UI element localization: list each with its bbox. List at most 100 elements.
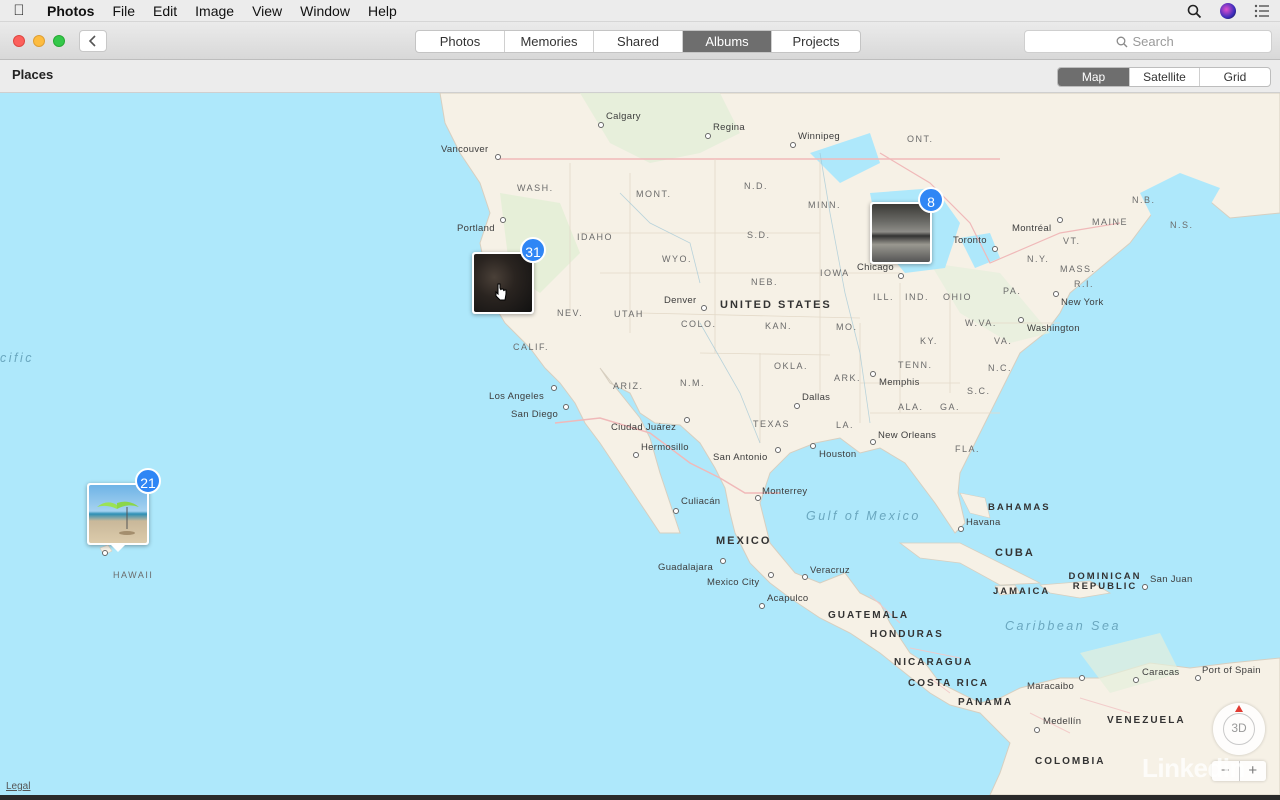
label-region: N.M. [680, 378, 705, 388]
label-city: Memphis [879, 377, 920, 388]
view-satellite[interactable]: Satellite [1130, 68, 1200, 86]
beach-photo-thumbnail [89, 485, 147, 543]
label-city: Dallas [802, 392, 831, 403]
label-city: Port of Spain [1202, 665, 1261, 676]
menu-window[interactable]: Window [291, 0, 359, 22]
view-map[interactable]: Map [1058, 68, 1130, 86]
tab-photos[interactable]: Photos [416, 31, 505, 52]
label-city: San Diego [511, 409, 559, 420]
menu-file[interactable]: File [103, 0, 144, 22]
city-dot [802, 574, 808, 580]
label-region: ILL. [873, 292, 895, 302]
label-city: Acapulco [767, 593, 809, 604]
city-dot [1079, 675, 1085, 681]
legal-link[interactable]: Legal [6, 781, 30, 792]
photo-pin-california[interactable]: 31 [472, 237, 546, 314]
label-region: ALA. [898, 402, 924, 412]
places-map[interactable]: UNITED STATES MEXICO CUBA JAMAICA DOMINI… [0, 93, 1280, 795]
search-icon[interactable] [1186, 3, 1202, 19]
label-region: FLA. [955, 444, 981, 454]
label-region: MAINE [1092, 217, 1129, 227]
zoom-window-button[interactable] [53, 35, 65, 47]
label-city: Washington [1027, 323, 1080, 334]
city-dot [598, 122, 604, 128]
label-region: N.C. [988, 363, 1012, 373]
label-colombia: COLOMBIA [1035, 756, 1106, 767]
city-dot [633, 452, 639, 458]
page-title: Places [12, 67, 54, 82]
photo-pin-chicago[interactable]: 8 [870, 187, 944, 264]
menu-bar:  Photos File Edit Image View Window Hel… [0, 0, 1280, 22]
label-region: CALIF. [513, 342, 550, 352]
menu-image[interactable]: Image [186, 0, 243, 22]
label-city: Vancouver [441, 144, 489, 155]
label-nicaragua: NICARAGUA [894, 657, 974, 668]
city-dot [1142, 584, 1148, 590]
label-city: Caracas [1142, 667, 1180, 678]
city-dot [500, 217, 506, 223]
city-dot [790, 142, 796, 148]
compass-button[interactable]: 3D [1213, 703, 1265, 755]
label-region: GA. [940, 402, 961, 412]
label-region: KAN. [765, 321, 793, 331]
label-caribbean-sea: Caribbean Sea [1005, 619, 1121, 633]
menu-help[interactable]: Help [359, 0, 406, 22]
apple-icon[interactable]:  [0, 2, 38, 19]
city-dot [684, 417, 690, 423]
label-region: COLO. [681, 319, 717, 329]
label-region: WYO. [662, 254, 692, 264]
label-city: Hermosillo [641, 442, 689, 453]
city-dot [1057, 217, 1063, 223]
photo-count-badge: 8 [918, 187, 944, 213]
menu-edit[interactable]: Edit [144, 0, 186, 22]
label-region: IOWA [820, 268, 850, 278]
city-dot [898, 273, 904, 279]
label-region: UTAH [614, 309, 644, 319]
label-mexico: MEXICO [716, 535, 772, 547]
label-city: Houston [819, 449, 857, 460]
label-venezuela: VENEZUELA [1107, 715, 1186, 726]
city-dot [701, 305, 707, 311]
minimize-window-button[interactable] [33, 35, 45, 47]
photo-pin-hawaii[interactable]: 21 [87, 468, 161, 552]
back-button[interactable] [79, 30, 107, 52]
city-dot [1053, 291, 1059, 297]
siri-icon[interactable] [1220, 3, 1236, 19]
label-dominican-republic: DOMINICAN REPUBLIC [1068, 571, 1142, 592]
label-region: LA. [836, 420, 855, 430]
tab-albums[interactable]: Albums [683, 31, 772, 52]
city-dot [551, 385, 557, 391]
city-dot [102, 550, 108, 556]
view-grid[interactable]: Grid [1200, 68, 1270, 86]
list-icon[interactable] [1254, 3, 1270, 19]
3d-toggle[interactable]: 3D [1223, 713, 1255, 745]
city-dot [794, 403, 800, 409]
label-region: TENN. [898, 360, 933, 370]
label-gulf-of-mexico: Gulf of Mexico [806, 509, 921, 523]
city-dot [870, 371, 876, 377]
city-dot [563, 404, 569, 410]
city-dot [495, 154, 501, 160]
tab-shared[interactable]: Shared [594, 31, 683, 52]
label-region: N.S. [1170, 220, 1194, 230]
city-dot [755, 495, 761, 501]
label-city: Ciudad Juárez [611, 422, 677, 433]
label-city: San Antonio [713, 452, 768, 463]
label-city: Havana [966, 517, 1001, 528]
search-field[interactable] [1024, 30, 1272, 53]
city-dot [870, 439, 876, 445]
label-honduras: HONDURAS [870, 629, 944, 640]
label-city: Veracruz [810, 565, 850, 576]
watermark-logo: Linkedin [1142, 753, 1245, 783]
label-city: Winnipeg [798, 131, 841, 142]
label-panama: PANAMA [958, 697, 1014, 708]
tab-memories[interactable]: Memories [505, 31, 594, 52]
window-bottom-edge [0, 795, 1280, 800]
label-region: R.I. [1074, 279, 1095, 289]
menu-app-name[interactable]: Photos [38, 0, 103, 22]
close-window-button[interactable] [13, 35, 25, 47]
label-region: N.D. [744, 181, 768, 191]
search-input[interactable] [1132, 34, 1181, 49]
menu-view[interactable]: View [243, 0, 291, 22]
tab-projects[interactable]: Projects [772, 31, 860, 52]
